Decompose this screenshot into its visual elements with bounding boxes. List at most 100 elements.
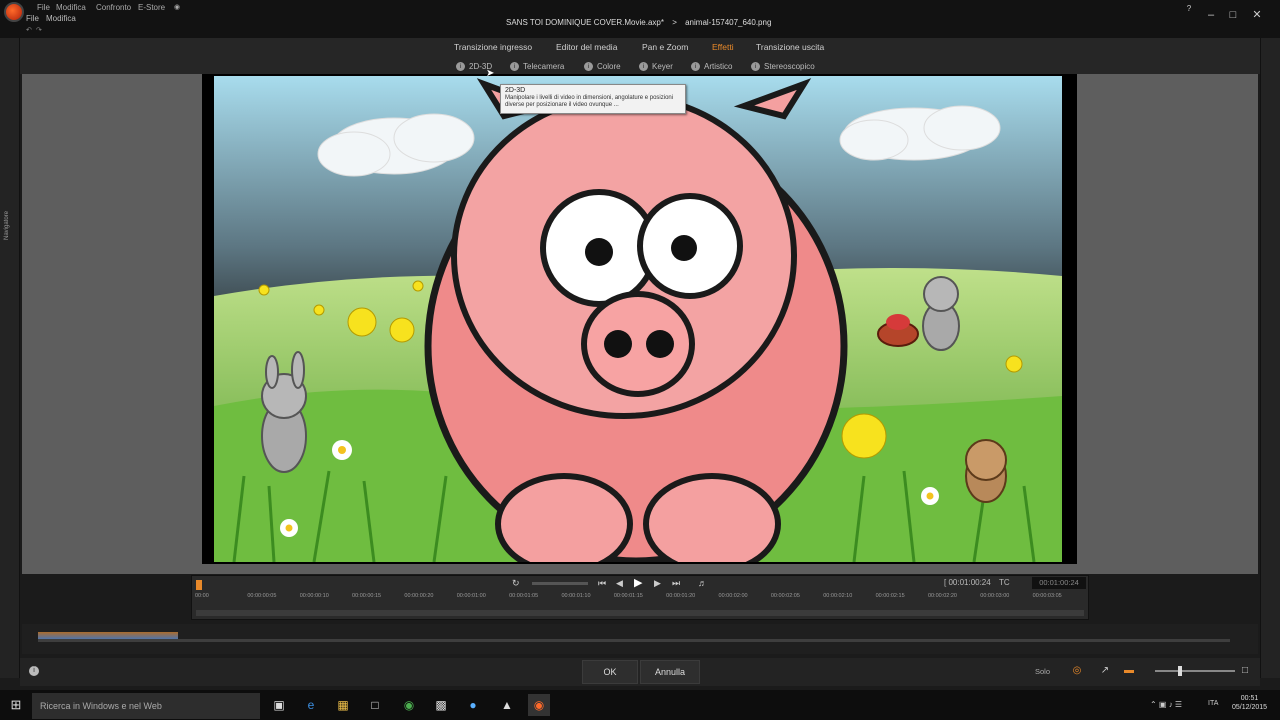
go-to-end-icon[interactable]: ⏭ [672,578,680,589]
subtab-label: Artistico [704,62,733,71]
timeline-clip[interactable] [38,632,178,639]
zoom-slider[interactable] [1155,670,1235,672]
breadcrumb-separator: > [672,18,677,27]
minimize-icon[interactable]: – [1204,8,1218,22]
tab-media-editor[interactable]: Editor del media [556,42,617,52]
bunny-brown [965,439,1007,503]
mouse-cursor-icon: ➤ [486,68,495,79]
volume-icon[interactable]: ♬ [698,578,707,588]
current-timecode[interactable]: 00:01:00:24 [1032,577,1086,589]
cancel-button[interactable]: Annulla [640,660,700,684]
language-indicator[interactable]: ITA [1208,700,1218,707]
tab-pan-zoom[interactable]: Pan e Zoom [642,42,688,52]
tab-effects[interactable]: Effetti [712,42,734,52]
photos-icon[interactable]: ● [462,694,484,716]
task-view-icon[interactable]: ▣ [268,694,290,716]
edge-icon[interactable]: e [300,694,322,716]
chrome-icon[interactable]: ◉ [398,694,420,716]
duration-value: [ 00:01:00:24 [944,578,991,587]
menu-file[interactable]: File [26,14,39,23]
info-icon[interactable]: i [29,666,39,676]
menu-file-top[interactable]: File [37,3,50,12]
tab-exit-transition[interactable]: Transizione uscita [756,42,824,52]
ruler-tick: 00:00:00:20 [404,593,434,599]
menu-edit-top[interactable]: Modifica [56,3,86,12]
preview-image[interactable] [214,76,1062,562]
tc-label: TC [998,578,1010,587]
subtab-stereoscopic[interactable]: i Stereoscopico [751,62,815,71]
subtab-keyer[interactable]: i Keyer [639,62,673,71]
ok-button[interactable]: OK [582,660,638,684]
ruler-tick: 00:00:01:05 [509,593,539,599]
breadcrumb: SANS TOI DOMINIQUE COVER.Movie.axp* > an… [506,18,771,27]
in-marker-icon[interactable] [196,580,202,590]
info-icon: i [584,62,593,71]
menu-compare[interactable]: Confronto [96,3,131,12]
tooltip-body: Manipolare i livelli di video in dimensi… [505,95,674,108]
subtab-label: Telecamera [523,62,565,71]
clock-date: 05/12/2015 [1232,704,1268,711]
file-explorer-icon[interactable]: ▦ [332,694,354,716]
subtab-artistic[interactable]: i Artistico [691,62,732,71]
ruler-tick: 00:00:02:20 [927,593,957,599]
info-icon: i [456,62,465,71]
step-forward-icon[interactable]: ▶ [654,578,661,589]
aspect-icon[interactable]: ▬ [1122,664,1136,678]
media-item-name: animal-157407_640.png [685,18,772,27]
zoom-slider-knob[interactable] [1178,666,1182,676]
app-icon[interactable]: ▩ [430,694,452,716]
close-icon[interactable]: ✕ [1250,8,1264,22]
ruler-tick: 00:00:03:05 [1032,593,1062,599]
ruler-tick: 00:00:02:10 [823,593,853,599]
help-icon[interactable]: ? [1182,2,1196,16]
bunny-right [922,276,960,351]
ruler-tick: 00:00:01:20 [666,593,696,599]
scrub-bar[interactable] [196,610,1084,616]
step-back-icon[interactable]: ◀ [616,578,623,589]
undo-icon[interactable]: ↶ [26,26,32,34]
taskbar-clock[interactable]: 00:51 05/12/2015 [1232,694,1267,712]
maximize-icon[interactable]: □ [1226,8,1240,22]
shuttle-slider[interactable] [532,582,588,585]
menu-estore[interactable]: E-Store [138,3,165,12]
timeline-track[interactable] [38,639,1230,642]
video-app-icon[interactable]: ▲ [496,694,518,716]
windows-logo-icon[interactable]: ⊞ [0,690,32,720]
tray-icons[interactable]: ⌃ ▣ ♪ ☰ [1150,700,1182,709]
export-icon[interactable]: ↗ [1098,664,1112,678]
tooltip-title: 2D-3D [505,87,526,94]
subtab-camera[interactable]: i Telecamera [510,62,564,71]
ruler-tick: 00:00:01:15 [613,593,643,599]
menu-edit[interactable]: Modifica [46,14,76,23]
ruler-tick: 00:00:00:05 [247,593,277,599]
taskbar-search-input[interactable]: Ricerca in Windows e nel Web [32,693,260,719]
go-to-start-icon[interactable]: ⏮ [598,578,606,589]
info-icon: i [510,62,519,71]
store-icon[interactable]: □ [364,694,386,716]
ruler-tick: 00:00:00:15 [352,593,382,599]
ruler-tick: 00:00:02:00 [718,593,748,599]
pinnacle-app-icon[interactable]: ◉ [528,694,550,716]
navigator-label[interactable]: Navigatore [4,211,10,240]
subtab-label: Keyer [652,62,673,71]
play-icon[interactable]: ▶ [634,576,642,589]
app-logo-icon[interactable] [4,2,24,22]
target-icon[interactable]: ◎ [1070,664,1084,678]
tooltip-2d3d: 2D-3D Manipolare i livelli di video in d… [500,84,686,114]
tab-entry-transition[interactable]: Transizione ingresso [454,42,532,52]
info-icon: i [691,62,700,71]
ruler-tick: 00:00:02:15 [875,593,905,599]
ruler-tick: 00:00:01:00 [456,593,486,599]
subtab-color[interactable]: i Colore [584,62,621,71]
ruler-tick: 00:00:03:00 [980,593,1010,599]
info-icon: i [751,62,760,71]
loop-icon[interactable]: ↻ [512,578,520,589]
ruler-tick: 00:00:00:10 [299,593,329,599]
solo-label[interactable]: Solo [1035,667,1050,676]
redo-icon[interactable]: ↷ [36,26,42,34]
document-name: SANS TOI DOMINIQUE COVER.Movie.axp* [506,18,664,27]
right-panel-strip [1260,38,1280,678]
clock-time: 00:51 [1240,695,1259,702]
fullscreen-icon[interactable]: □ [1238,664,1252,678]
info-icon: i [639,62,648,71]
